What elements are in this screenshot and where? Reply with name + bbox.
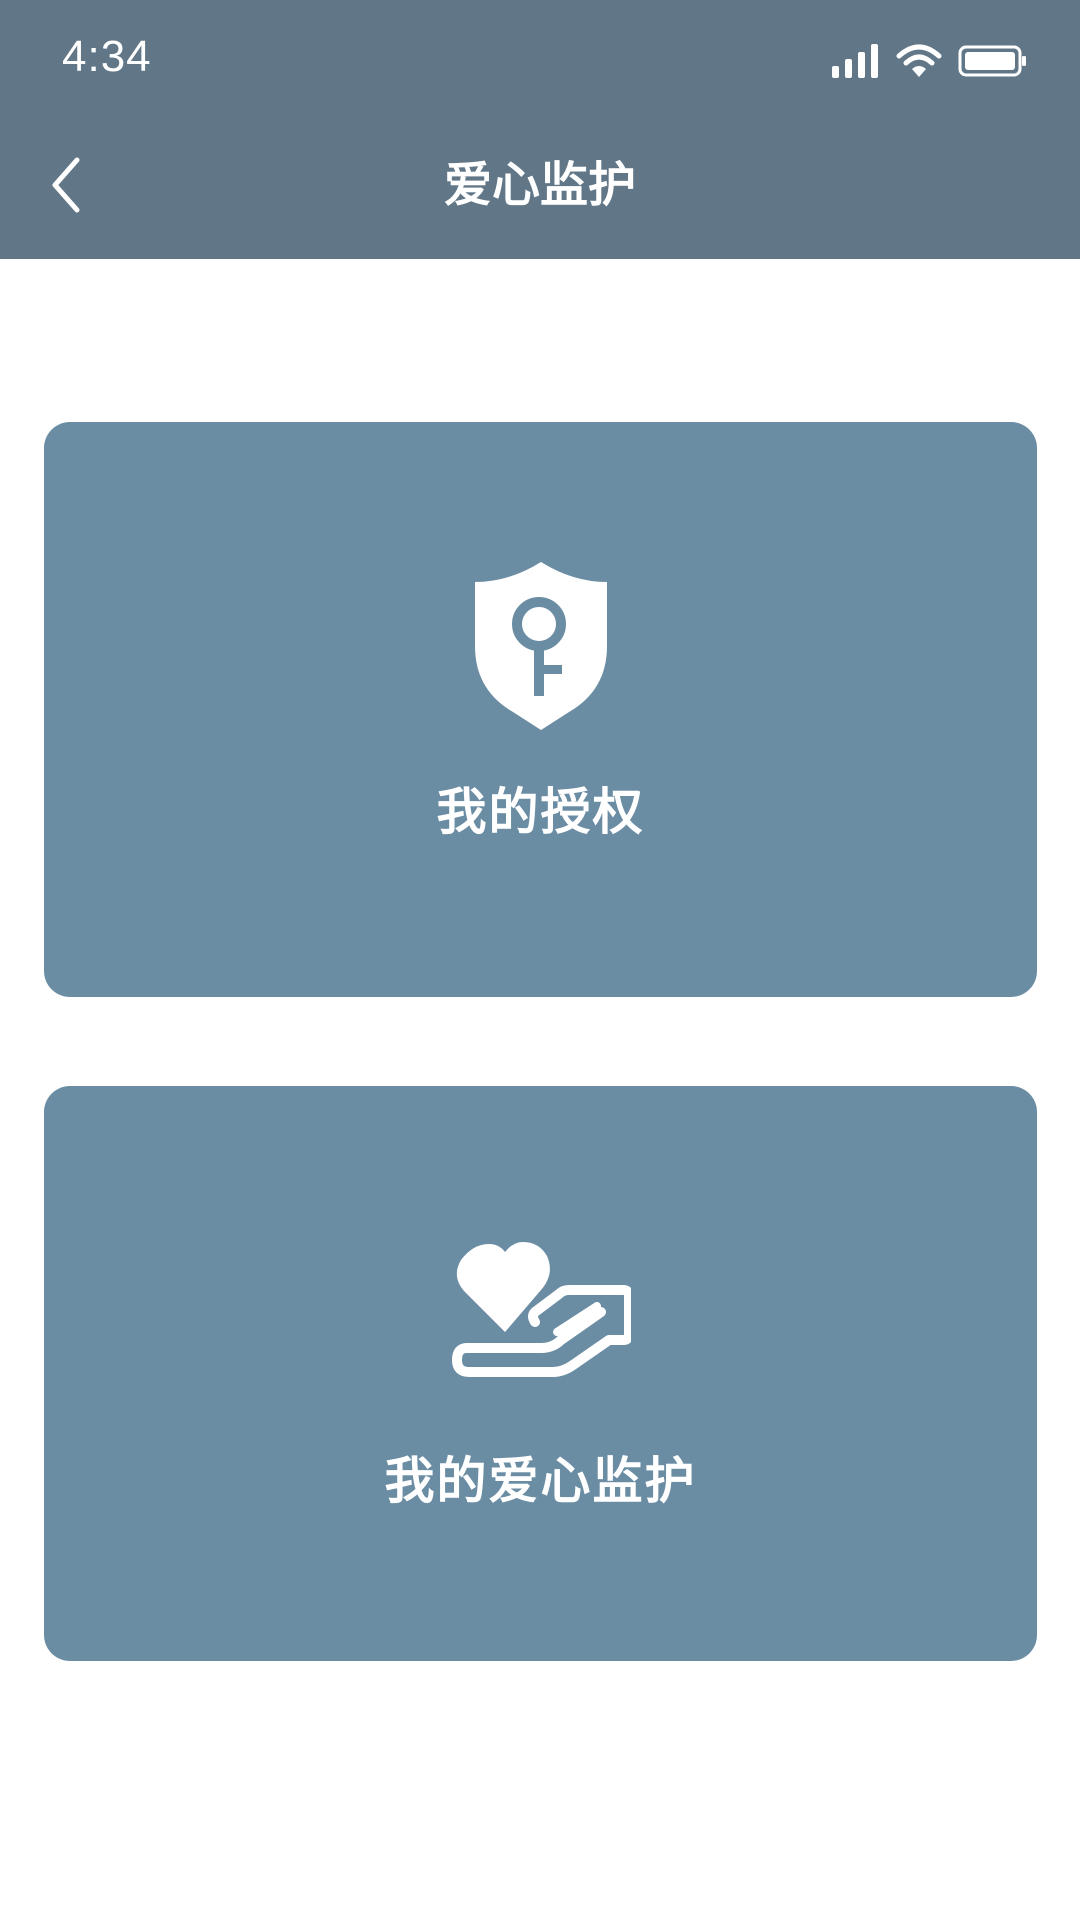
my-love-guardian-card[interactable]: 我的爱心监护 bbox=[44, 1086, 1037, 1661]
heart-hand-icon bbox=[451, 1242, 631, 1377]
shield-key-icon bbox=[474, 562, 607, 730]
shield-key-icon-wrap bbox=[44, 560, 1037, 730]
status-icons bbox=[832, 44, 1028, 78]
heart-hand-icon-wrap bbox=[44, 1232, 1037, 1382]
app-header: 4:34 爱心监护 bbox=[0, 0, 1080, 259]
signal-icon bbox=[832, 44, 878, 78]
status-time: 4:34 bbox=[62, 32, 152, 81]
my-authorization-card[interactable]: 我的授权 bbox=[44, 422, 1037, 997]
page-title: 爱心监护 bbox=[443, 157, 636, 213]
battery-icon bbox=[958, 45, 1026, 77]
my-love-guardian-label: 我的爱心监护 bbox=[384, 1452, 697, 1510]
my-authorization-label: 我的授权 bbox=[436, 783, 645, 841]
wifi-icon bbox=[896, 44, 942, 77]
